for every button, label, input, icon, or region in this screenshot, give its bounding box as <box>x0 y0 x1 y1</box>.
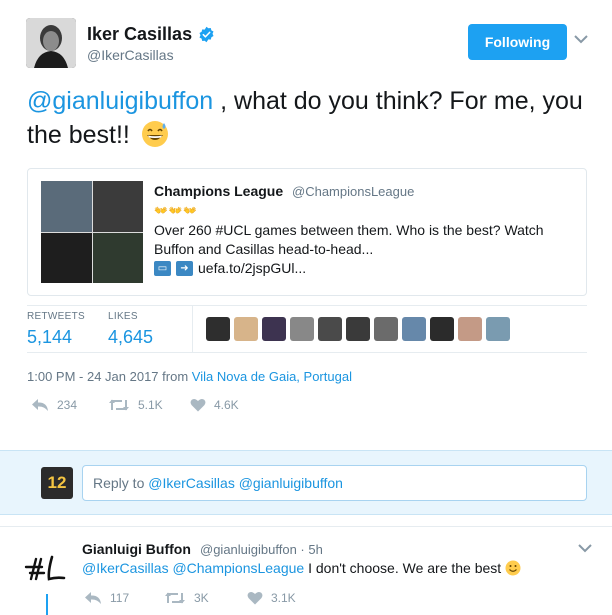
reply-retweet-action[interactable]: 3K <box>164 591 209 605</box>
likes-label: LIKES <box>108 311 138 322</box>
tweet-text: @gianluigibuffon , what do you think? Fo… <box>27 84 587 152</box>
retweets-stat[interactable]: RETWEETS 5,144 <box>27 311 85 348</box>
retweet-action[interactable]: 5.1K <box>108 398 163 412</box>
reply-author-name[interactable]: Gianluigi Buffon <box>82 541 191 557</box>
quote-link[interactable]: uefa.to/2jspGUl... <box>198 260 306 276</box>
heart-icon <box>190 398 206 412</box>
quote-author-handle[interactable]: @ChampionsLeague <box>292 184 414 199</box>
reply-input[interactable]: Reply to @IkerCasillas @gianluigibuffon <box>82 465 587 501</box>
reply-icon <box>85 592 101 604</box>
tweet-location[interactable]: Vila Nova de Gaia, Portugal <box>192 369 352 384</box>
liker-6-avatar[interactable] <box>346 317 370 341</box>
reply-text-mentions[interactable]: @IkerCasillas @ChampionsLeague <box>82 560 304 576</box>
stats-divider-bottom <box>27 352 587 353</box>
quote-emojis: 👐👐👐 <box>154 205 199 217</box>
reply-prefix: Reply to <box>93 475 149 491</box>
reply-like-action[interactable]: 3.1K <box>247 591 296 605</box>
liker-1-avatar[interactable] <box>206 317 230 341</box>
liker-9-avatar[interactable] <box>430 317 454 341</box>
quoted-tweet[interactable]: Champions League @ChampionsLeague 👐👐👐 Ov… <box>27 168 587 296</box>
author-avatar[interactable] <box>26 18 76 68</box>
author-handle[interactable]: @IkerCasillas <box>87 47 174 63</box>
quote-thumbnail[interactable] <box>41 181 143 283</box>
liker-4-avatar[interactable] <box>290 317 314 341</box>
reply-tweet[interactable]: Gianluigi Buffon @gianluigibuffon · 5h @… <box>0 526 612 615</box>
reply-icon <box>32 399 48 411</box>
reply-text: @IkerCasillas @ChampionsLeague I don't c… <box>82 560 521 576</box>
chevron-down-icon[interactable] <box>574 34 588 44</box>
following-button[interactable]: Following <box>468 24 567 60</box>
likes-stat[interactable]: LIKES 4,645 <box>108 311 153 348</box>
reply-count: 234 <box>57 398 78 412</box>
reply-reply-action[interactable]: 117 <box>84 591 129 605</box>
liker-7-avatar[interactable] <box>374 317 398 341</box>
liker-11-avatar[interactable] <box>486 317 510 341</box>
thread-line <box>46 594 48 615</box>
verified-badge-icon <box>199 26 214 43</box>
timestamp-text[interactable]: 1:00 PM - 24 Jan 2017 from <box>27 369 192 384</box>
liker-8-avatar[interactable] <box>402 317 426 341</box>
reply-reply-count: 117 <box>110 591 130 605</box>
quote-author-name[interactable]: Champions League <box>154 183 283 199</box>
reply-chevron-down-icon[interactable] <box>578 543 592 553</box>
likes-value[interactable]: 4,645 <box>108 327 153 348</box>
tv-icon: ▭ <box>154 260 171 276</box>
retweet-icon <box>109 399 129 411</box>
reply-compose-area: 12 Reply to @IkerCasillas @gianluigibuff… <box>0 450 612 515</box>
liker-10-avatar[interactable] <box>458 317 482 341</box>
liker-avatars <box>206 317 510 341</box>
reply-like-count: 3.1K <box>271 591 296 605</box>
quote-text: Over 260 #UCL games between them. Who is… <box>154 222 544 257</box>
liker-3-avatar[interactable] <box>262 317 286 341</box>
like-action[interactable]: 4.6K <box>190 398 239 412</box>
reply-text-body: I don't choose. We are the best <box>304 560 502 576</box>
avatar-number: 12 <box>47 473 67 492</box>
stats-separator <box>192 306 193 352</box>
tweet-mention[interactable]: @gianluigibuffon <box>27 87 213 115</box>
grinning-sweat-emoji-icon <box>141 121 168 147</box>
retweet-count: 5.1K <box>138 398 163 412</box>
gl-logo-avatar[interactable] <box>22 553 72 583</box>
liker-5-avatar[interactable] <box>318 317 342 341</box>
retweet-icon <box>165 592 185 604</box>
author-name-text[interactable]: Iker Casillas <box>87 24 192 45</box>
reply-action[interactable]: 234 <box>31 398 77 412</box>
retweets-value[interactable]: 5,144 <box>27 327 85 348</box>
smiley-emoji-icon <box>505 560 521 576</box>
reply-author-meta[interactable]: @gianluigibuffon · 5h <box>200 542 323 557</box>
stats-divider-top <box>27 305 587 306</box>
reply-retweet-count: 3K <box>194 591 209 605</box>
retweets-label: RETWEETS <box>27 311 85 322</box>
current-user-avatar[interactable]: 12 <box>41 467 73 499</box>
reply-mentions: @IkerCasillas @gianluigibuffon <box>148 475 343 491</box>
like-count: 4.6K <box>214 398 239 412</box>
quote-link-line: ▭ ➜ uefa.to/2jspGUl... <box>154 260 306 276</box>
author-name[interactable]: Iker Casillas <box>87 24 215 45</box>
right-arrow-icon: ➜ <box>176 260 193 276</box>
main-tweet: Iker Casillas @IkerCasillas Following @g… <box>0 0 612 450</box>
liker-2-avatar[interactable] <box>234 317 258 341</box>
tweet-timestamp: 1:00 PM - 24 Jan 2017 from Vila Nova de … <box>27 369 352 384</box>
heart-icon <box>247 591 263 605</box>
